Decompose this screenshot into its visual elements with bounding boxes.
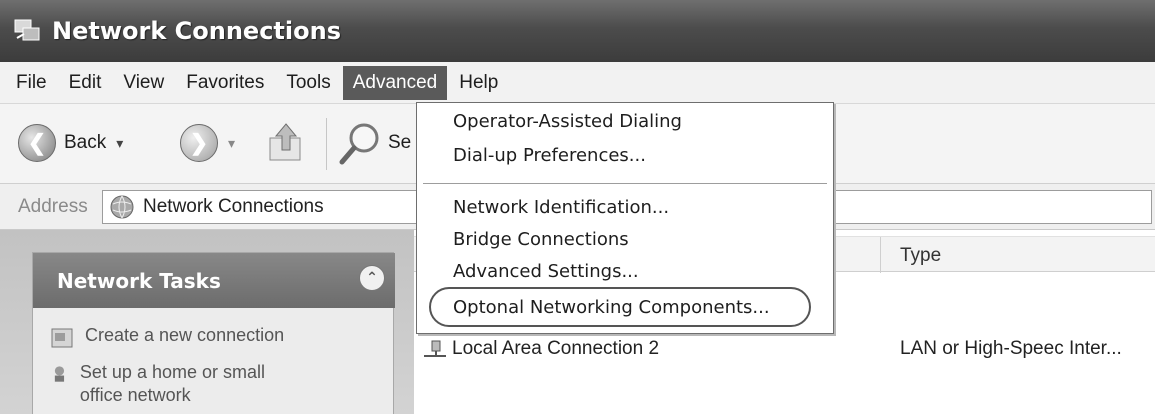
network-tasks-panel: Network Tasks ⌃ Create a new connection … [32, 252, 395, 414]
menu-bar: File Edit View Favorites Tools Advanced … [0, 62, 1155, 104]
address-value: Network Connections [143, 196, 324, 217]
advanced-menu-dropdown: Operator-Assisted Dialing Dial-up Prefer… [416, 102, 834, 334]
home-network-icon [54, 366, 65, 382]
network-connections-icon [14, 19, 40, 41]
task-pane: Network Tasks ⌃ Create a new connection … [0, 230, 414, 414]
back-dropdown-icon[interactable]: ▾ [116, 135, 123, 152]
network-globe-icon [110, 195, 134, 219]
menu-view[interactable]: View [113, 66, 174, 100]
column-header-type[interactable]: Type [900, 245, 941, 267]
back-arrow-icon: ❮ [18, 124, 56, 162]
network-tasks-title: Network Tasks [57, 268, 221, 293]
menu-tools[interactable]: Tools [276, 66, 340, 100]
menu-item-network-identification[interactable]: Network Identification... [453, 197, 669, 218]
task-create-connection-label: Create a new connection [85, 325, 285, 345]
collapse-chevrons-icon[interactable]: ⌃ [359, 265, 385, 291]
search-button[interactable]: Se [338, 120, 411, 166]
menu-edit[interactable]: Edit [59, 66, 112, 100]
task-create-connection[interactable]: Create a new connection [51, 325, 284, 349]
title-bar: Network Connections [0, 0, 1155, 62]
menu-item-bridge-connections[interactable]: Bridge Connections [453, 229, 629, 250]
column-divider[interactable] [880, 237, 881, 273]
list-item[interactable]: Local Area Connection 2 [422, 338, 659, 360]
back-button[interactable]: ❮ Back ▾ [18, 124, 123, 162]
up-folder-button[interactable] [266, 120, 308, 164]
menu-item-operator-assisted-dialing[interactable]: Operator-Assisted Dialing [453, 111, 682, 132]
task-home-network[interactable]: Set up a home or small office network [51, 361, 311, 407]
menu-item-optional-networking-components[interactable]: Optonal Networking Components... [453, 297, 770, 318]
forward-arrow-icon: ❯ [180, 124, 218, 162]
menu-item-dialup-preferences[interactable]: Dial-up Preferences... [453, 145, 646, 166]
window-title: Network Connections [52, 17, 341, 45]
search-label: Se [388, 132, 412, 153]
menu-item-advanced-settings[interactable]: Advanced Settings... [453, 261, 639, 282]
search-magnifier-icon [339, 123, 379, 165]
lan-connection-icon [424, 340, 446, 357]
menu-separator [423, 183, 827, 184]
connection-type: LAN or High-Speec Inter... [900, 338, 1122, 359]
connection-name: Local Area Connection 2 [452, 338, 660, 359]
task-home-network-label: Set up a home or small office network [79, 362, 265, 405]
forward-button[interactable]: ❯ ▾ [180, 124, 235, 162]
up-folder-icon [269, 123, 301, 161]
forward-dropdown-icon[interactable]: ▾ [228, 135, 235, 152]
back-label: Back [64, 132, 107, 153]
address-label: Address [18, 196, 88, 217]
new-connection-icon [51, 328, 73, 348]
toolbar-separator [326, 118, 327, 170]
menu-file[interactable]: File [6, 66, 57, 100]
network-tasks-header[interactable]: Network Tasks ⌃ [33, 253, 395, 308]
menu-favorites[interactable]: Favorites [176, 66, 274, 100]
menu-help[interactable]: Help [449, 66, 508, 100]
menu-advanced[interactable]: Advanced [342, 65, 448, 100]
